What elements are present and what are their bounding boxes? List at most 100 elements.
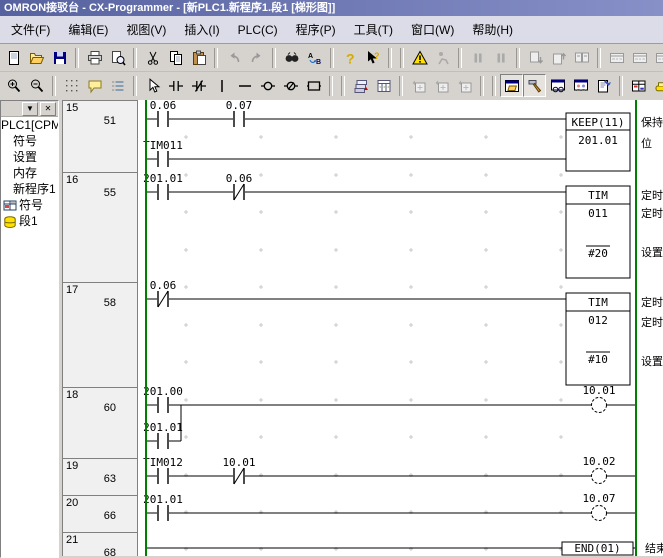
workspace-dropdown-button[interactable]: ▼ bbox=[22, 102, 38, 116]
properties-button[interactable] bbox=[592, 74, 615, 97]
compile-program-button[interactable] bbox=[408, 46, 431, 69]
toggle-project-window-button[interactable] bbox=[500, 74, 523, 97]
tree-item-符号[interactable]: 符号 bbox=[1, 133, 58, 149]
find-button[interactable] bbox=[280, 46, 303, 69]
tree-item-新程序1[interactable]: 新程序1 bbox=[1, 181, 58, 197]
menu-item-2[interactable]: 视图(V) bbox=[117, 18, 175, 41]
new-coil-button[interactable] bbox=[256, 74, 279, 97]
new-instruction-button[interactable] bbox=[302, 74, 325, 97]
tree-item-段1[interactable]: 段1 bbox=[1, 213, 58, 229]
tree-item-label: 符号 bbox=[19, 197, 43, 213]
svg-text:51: 51 bbox=[104, 115, 116, 127]
monitor-2-icon bbox=[632, 50, 648, 66]
open-button[interactable] bbox=[25, 46, 48, 69]
svg-text:END(01): END(01) bbox=[574, 542, 620, 555]
force-check-button bbox=[453, 74, 476, 97]
vertical-line-button[interactable] bbox=[210, 74, 233, 97]
svg-text:0.06: 0.06 bbox=[150, 100, 177, 112]
menu-item-0[interactable]: 文件(F) bbox=[2, 18, 59, 41]
svg-text:B: B bbox=[316, 59, 321, 66]
redo-icon bbox=[249, 50, 265, 66]
save-button[interactable] bbox=[48, 46, 71, 69]
cross-reference-button[interactable] bbox=[569, 74, 592, 97]
print-preview-icon bbox=[110, 50, 126, 66]
force-cancel-icon bbox=[434, 78, 450, 94]
redo-button bbox=[245, 46, 268, 69]
selection-mode-button[interactable] bbox=[141, 74, 164, 97]
address-grid-button[interactable] bbox=[372, 74, 395, 97]
zoom-out-button[interactable] bbox=[25, 74, 48, 97]
svg-text:55: 55 bbox=[104, 187, 116, 199]
stacked-sheets-button[interactable] bbox=[349, 74, 372, 97]
new-closed-coil-button[interactable] bbox=[279, 74, 302, 97]
zoom-in-button[interactable] bbox=[2, 74, 25, 97]
symbol-table-button[interactable] bbox=[627, 74, 650, 97]
help-button[interactable]: ? bbox=[338, 46, 361, 69]
workspace-titlebar: ▼ ✕ bbox=[1, 101, 58, 117]
menu-item-4[interactable]: PLC(C) bbox=[229, 20, 287, 40]
open-icon bbox=[29, 50, 45, 66]
tree-item-label: PLC1[CPM1 bbox=[1, 117, 59, 133]
svg-text:201.01: 201.01 bbox=[143, 172, 183, 185]
new-open-contact-icon bbox=[168, 78, 184, 94]
toggle-grid-button[interactable] bbox=[60, 74, 83, 97]
replace-button[interactable]: AB bbox=[303, 46, 326, 69]
transfer-to-plc-icon bbox=[528, 50, 544, 66]
menu-item-7[interactable]: 窗口(W) bbox=[402, 18, 463, 41]
replace-icon: AB bbox=[307, 50, 323, 66]
menu-item-1[interactable]: 编辑(E) bbox=[59, 18, 117, 41]
toolbar-separator bbox=[214, 48, 218, 68]
print-button[interactable] bbox=[83, 46, 106, 69]
transfer-to-plc-button bbox=[524, 46, 547, 69]
svg-text:A: A bbox=[308, 53, 313, 60]
new-button[interactable] bbox=[2, 46, 25, 69]
horizontal-line-button[interactable] bbox=[233, 74, 256, 97]
copy-button[interactable] bbox=[164, 46, 187, 69]
paste-icon bbox=[191, 50, 207, 66]
toolbar-separator bbox=[329, 76, 333, 96]
vertical-line-icon bbox=[214, 78, 230, 94]
symbol-table-icon bbox=[631, 78, 647, 94]
svg-text:设置: 设置 bbox=[641, 355, 663, 368]
watch-window-button[interactable] bbox=[546, 74, 569, 97]
help-icon: ? bbox=[342, 50, 358, 66]
stacked-sheets-icon bbox=[353, 78, 369, 94]
io-table-button[interactable] bbox=[650, 74, 663, 97]
toolbar-separator bbox=[75, 48, 79, 68]
svg-text:15: 15 bbox=[66, 102, 78, 114]
workspace-close-button[interactable]: ✕ bbox=[40, 102, 56, 116]
program-mode-button bbox=[466, 46, 489, 69]
force-cancel-button bbox=[430, 74, 453, 97]
tree-item-label: 新程序1 bbox=[13, 181, 56, 197]
ladder-diagram-editor[interactable]: KEEP(11)201.010.060.07TIM0111551保持位TIM01… bbox=[62, 100, 663, 556]
monitor-1-icon bbox=[609, 50, 625, 66]
svg-text:68: 68 bbox=[104, 547, 116, 556]
new-open-contact-button[interactable] bbox=[164, 74, 187, 97]
svg-text:10.01: 10.01 bbox=[582, 384, 615, 397]
paste-button[interactable] bbox=[187, 46, 210, 69]
svg-text:TIM012: TIM012 bbox=[143, 456, 183, 469]
work-online-button bbox=[431, 46, 454, 69]
print-icon bbox=[87, 50, 103, 66]
toolbar-separator bbox=[341, 76, 345, 96]
rung-annotation-button[interactable] bbox=[106, 74, 129, 97]
menu-item-8[interactable]: 帮助(H) bbox=[463, 18, 522, 41]
menu-item-6[interactable]: 工具(T) bbox=[345, 18, 402, 41]
toolbar-standard: AB?? bbox=[0, 44, 663, 72]
cut-button[interactable] bbox=[141, 46, 164, 69]
menu-item-5[interactable]: 程序(P) bbox=[287, 18, 345, 41]
new-closed-contact-button[interactable] bbox=[187, 74, 210, 97]
menu-item-3[interactable]: 插入(I) bbox=[175, 18, 228, 41]
tree-item-内存[interactable]: 内存 bbox=[1, 165, 58, 181]
svg-text:#10: #10 bbox=[588, 353, 608, 366]
show-comments-button[interactable] bbox=[83, 74, 106, 97]
svg-text:?: ? bbox=[374, 51, 380, 61]
tree-item-PLC1[CPM1[interactable]: PLC1[CPM1 bbox=[1, 117, 58, 133]
new-instruction-icon bbox=[306, 78, 322, 94]
print-preview-button[interactable] bbox=[106, 46, 129, 69]
context-help-button[interactable]: ? bbox=[361, 46, 384, 69]
tree-item-符号[interactable]: 符号 bbox=[1, 197, 58, 213]
svg-text:201.00: 201.00 bbox=[143, 385, 183, 398]
tree-item-设置[interactable]: 设置 bbox=[1, 149, 58, 165]
toggle-output-window-button[interactable] bbox=[523, 74, 546, 97]
